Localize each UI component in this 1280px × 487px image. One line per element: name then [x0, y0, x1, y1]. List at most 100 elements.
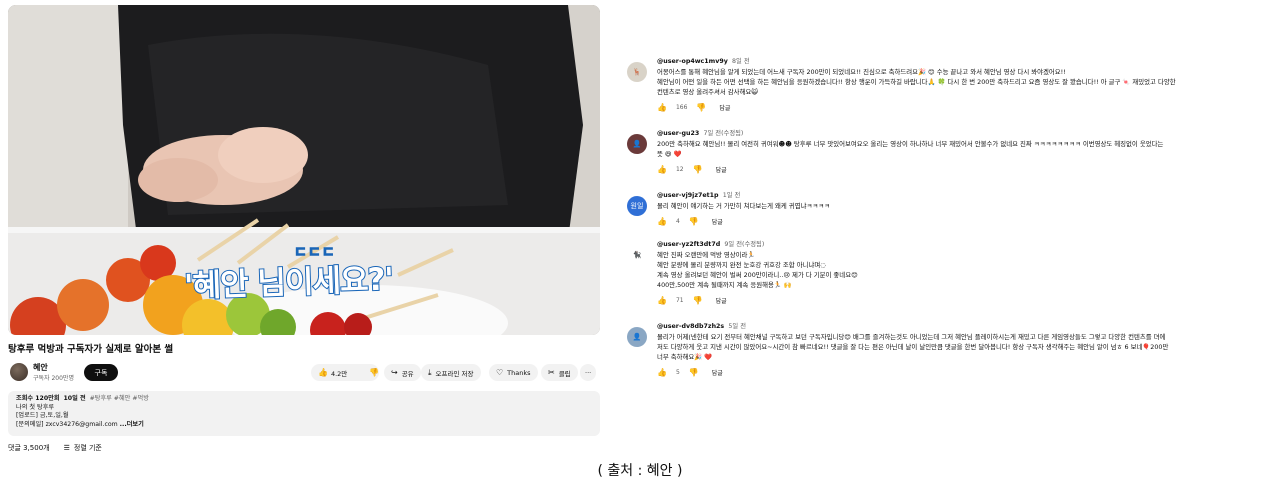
- comment-text: 어몽어스를 통해 혜안님을 알게 되었는데 어느새 구독자 200만이 되었네요…: [657, 67, 1275, 97]
- thanks-label: Thanks: [507, 368, 531, 377]
- comment-item: 🦌 @user-op4wc1mv9y 8일 전 어몽어스를 통해 혜안님을 알게…: [625, 56, 1275, 123]
- description-meta: 조회수 120만회 10일 전 #탕후루 #혜안 #먹방: [16, 395, 592, 404]
- owner-row: 혜안 구독자 200만명 구독 👍 4.2만 👎 ↪ 공유 ⤓ 오프라인 저장 …: [8, 361, 600, 387]
- download-icon: ⤓: [428, 367, 432, 377]
- download-button[interactable]: ⤓ 오프라인 저장: [421, 364, 481, 381]
- comment-line: 뜻 😆 ❤️: [657, 150, 682, 158]
- thumbs-up-icon: 👍: [318, 367, 328, 377]
- reply-button[interactable]: 답글: [716, 165, 727, 174]
- reply-button[interactable]: 답글: [712, 368, 723, 377]
- comment-line: 몰리가 어제(넨한테 요기 전부터 혜안채널 구독하고 보던 구독자입니당😊 배…: [657, 333, 1166, 341]
- thumbs-down-icon[interactable]: 👎: [693, 296, 703, 305]
- comment-time: 7일 전(수정됨): [703, 130, 744, 137]
- comment-actions: 👍 71 👎 답글: [657, 293, 1275, 307]
- video-caption: '혜안 님이세요?': [183, 260, 395, 305]
- sort-icon: ☰: [63, 444, 70, 452]
- comment-time: 5일 전: [728, 323, 746, 330]
- thumbs-down-icon[interactable]: 👎: [693, 165, 703, 174]
- comment-text: 몰리가 어제(넨한테 요기 전부터 혜안채널 구독하고 보던 구독자입니당😊 배…: [657, 332, 1275, 362]
- thanks-button[interactable]: ♡ Thanks: [489, 364, 538, 381]
- comment-line: 혜안님이 어떤 일을 하든 어떤 선택을 하든 혜안님을 응원하겠습니다!! 항…: [657, 78, 1176, 86]
- clip-button[interactable]: ✂ 클립: [541, 364, 578, 381]
- comment-actions: 👍 4 👎 답글: [657, 214, 1275, 228]
- commenter-avatar[interactable]: 원일: [627, 196, 647, 216]
- comment-author[interactable]: @user-op4wc1mv9y: [657, 58, 728, 65]
- comment-line: 저도 다양하게 웃고 지낸 시간이 많았어요~시간이 참 빠르네요!! 댓글을 …: [657, 343, 1169, 351]
- commenter-avatar[interactable]: 👤: [627, 134, 647, 154]
- thumbs-up-icon[interactable]: 👍: [657, 217, 667, 226]
- source-credit: ( 출처 : 혜안 ): [597, 463, 683, 479]
- comment-author[interactable]: @user-dv8db7zh2s: [657, 323, 724, 330]
- comment-actions: 👍 166 👎 답글: [657, 100, 1275, 114]
- video-title: 탕후루 먹방과 구독자가 실제로 알아본 썰: [8, 344, 174, 355]
- comment-line: 혜안 진짜 오랜만에 먹방 영상이라🏃: [657, 251, 756, 259]
- view-count: 조회수 120만회: [16, 395, 60, 402]
- sort-button[interactable]: ☰ 정렬 기준: [64, 443, 102, 453]
- comment-text: 200만 축하해요 혜안님!! 몰리 여전히 귀여워☻☻ 탕후루 너무 맛있어보…: [657, 139, 1275, 159]
- thumbs-down-icon[interactable]: 👎: [689, 368, 699, 377]
- comment-time: 9일 전(수정됨): [724, 241, 765, 248]
- like-button[interactable]: 👍 4.2만: [311, 364, 354, 381]
- reply-button[interactable]: 답글: [716, 296, 727, 305]
- share-button[interactable]: ↪ 공유: [384, 364, 421, 381]
- upload-date: 10일 전: [63, 395, 86, 402]
- more-actions-button[interactable]: ···: [580, 364, 597, 381]
- comment-line: 200만 축하해요 혜안님!! 몰리 여전히 귀여워☻☻ 탕후루 너무 맛있어보…: [657, 140, 1164, 148]
- commenter-avatar[interactable]: 🦌: [627, 62, 647, 82]
- comment-text: 혜안 진짜 오랜만에 먹방 영상이라🏃 혜안 분량에 몰리 분량까지 완전 눈호…: [657, 250, 1275, 290]
- thanks-icon: ♡: [496, 367, 504, 377]
- thumbs-up-icon[interactable]: 👍: [657, 296, 667, 305]
- thumbs-up-icon[interactable]: 👍: [657, 165, 667, 174]
- channel-name[interactable]: 혜안: [33, 362, 48, 373]
- like-dislike-group: 👍 4.2만 👎: [311, 364, 379, 381]
- channel-avatar[interactable]: [10, 363, 28, 381]
- clip-label: 클립: [558, 369, 571, 378]
- subscribe-button[interactable]: 구독: [84, 364, 118, 381]
- hashtags[interactable]: #탕후루 #혜안 #먹방: [90, 395, 149, 402]
- comment-list: 🦌 @user-op4wc1mv9y 8일 전 어몽어스를 통해 혜안님을 알게…: [625, 56, 1275, 387]
- commenter-avatar[interactable]: 👤: [627, 327, 647, 347]
- video-page: ㄷㄷㄷ '혜안 님이세요?' 탕후루 먹방과 구독자가 실제로 알아본 썰 혜안…: [8, 5, 600, 453]
- share-label: 공유: [401, 369, 414, 378]
- comment-like-count: 5: [675, 368, 680, 376]
- comment-line: 어몽어스를 통해 혜안님을 알게 되었는데 어느새 구독자 200만이 되었네요…: [657, 68, 1066, 76]
- sort-label: 정렬 기준: [73, 444, 102, 452]
- reply-button[interactable]: 답글: [712, 217, 723, 226]
- comment-like-count: 4: [675, 217, 680, 225]
- comment-author[interactable]: @user-vj9jz7et1p: [657, 192, 719, 199]
- comment-item: 🐈‍⬛ @user-yz2ft3dt7d 9일 전(수정됨) 혜안 진짜 오랜만…: [625, 239, 1275, 316]
- comment-header: @user-gu23 7일 전(수정됨): [657, 128, 1275, 137]
- comment-line: 계속 영상 올려보던 혜안이 벌써 200만이라니..😢 제가 다 기분이 좋네…: [657, 271, 858, 279]
- thumbs-down-icon: 👎: [369, 367, 380, 377]
- description-line: 나의 첫 탕후루: [16, 403, 55, 411]
- video-player[interactable]: ㄷㄷㄷ '혜안 님이세요?': [8, 5, 600, 335]
- share-icon: ↪: [391, 367, 398, 377]
- comment-like-count: 71: [675, 296, 684, 304]
- comment-actions: 👍 5 👎 답글: [657, 365, 1275, 379]
- comment-item: 원일 @user-vj9jz7et1p 1일 전 몰리 혜안이 얘기하는 거 가…: [625, 190, 1275, 234]
- comment-header: @user-yz2ft3dt7d 9일 전(수정됨): [657, 239, 1275, 248]
- commenter-avatar[interactable]: 🐈‍⬛: [627, 245, 647, 265]
- comment-author[interactable]: @user-yz2ft3dt7d: [657, 241, 720, 248]
- channel-subscriber-count: 구독자 200만명: [33, 375, 74, 382]
- download-label: 오프라인 저장: [435, 369, 474, 378]
- thumbs-up-icon[interactable]: 👍: [657, 368, 667, 377]
- comment-item: 👤 @user-gu23 7일 전(수정됨) 200만 축하해요 혜안님!! 몰…: [625, 128, 1275, 185]
- thumbs-down-icon[interactable]: 👎: [696, 103, 706, 112]
- like-count: 4.2만: [330, 369, 348, 378]
- thumbs-down-icon[interactable]: 👎: [689, 217, 699, 226]
- dislike-button[interactable]: 👎: [362, 364, 386, 381]
- comment-count: 댓글 3,500개: [8, 444, 50, 452]
- comment-line: 너무 축하해요🎉 ❤️: [657, 353, 713, 361]
- comment-line: 400만,500만 계속 될때까지 계속 응원해용🏃 🙌: [657, 281, 792, 289]
- comment-author[interactable]: @user-gu23: [657, 130, 699, 137]
- comment-item: 👤 @user-dv8db7zh2s 5일 전 몰리가 어제(넨한테 요기 전부…: [625, 321, 1275, 387]
- comment-line: 컨텐츠로 영상 올려주셔서 감사해요😺: [657, 88, 758, 96]
- reply-button[interactable]: 답글: [719, 103, 730, 112]
- comment-header: @user-op4wc1mv9y 8일 전: [657, 56, 1275, 65]
- show-more-link[interactable]: ...더보기: [120, 421, 144, 428]
- thumbs-up-icon[interactable]: 👍: [657, 103, 667, 112]
- description-box[interactable]: 조회수 120만회 10일 전 #탕후루 #혜안 #먹방 나의 첫 탕후루 [업…: [8, 391, 600, 436]
- comment-actions: 👍 12 👎 답글: [657, 162, 1275, 176]
- comments-header: 댓글 3,500개 ☰ 정렬 기준: [8, 443, 600, 453]
